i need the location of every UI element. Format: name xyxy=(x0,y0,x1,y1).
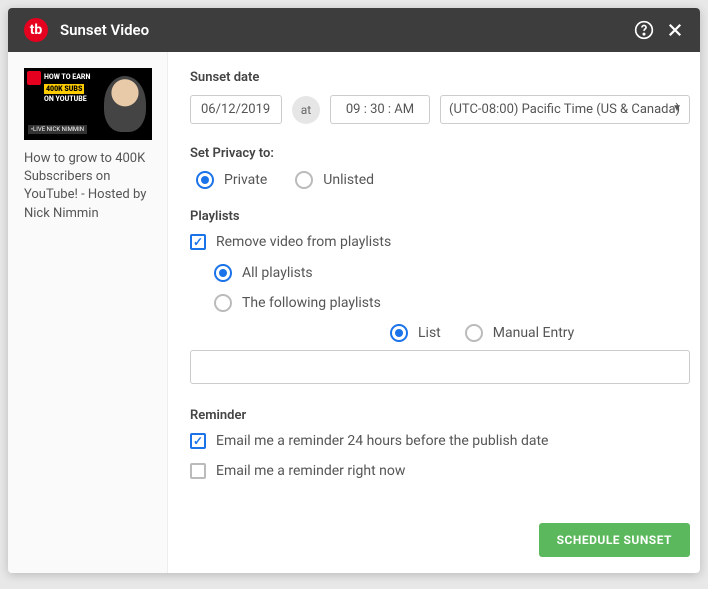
help-icon[interactable] xyxy=(634,20,654,40)
sunset-video-modal: tb Sunset Video HOW TO EARN 400K SUBS ON… xyxy=(8,8,700,573)
video-thumbnail: HOW TO EARN 400K SUBS ON YOUTUBE •LIVE N… xyxy=(24,68,152,140)
sunset-date-label: Sunset date xyxy=(190,70,690,85)
tubebuddy-logo: tb xyxy=(24,18,48,42)
form-main: Sunset date at (UTC-08:00) Pacific Time … xyxy=(168,52,700,573)
privacy-private-radio[interactable]: Private xyxy=(196,171,267,189)
video-title: How to grow to 400K Subscribers on YouTu… xyxy=(24,150,151,223)
reminder-24h-checkbox[interactable]: Email me a reminder 24 hours before the … xyxy=(190,433,690,449)
playlists-label: Playlists xyxy=(190,209,690,224)
playlist-list-radio[interactable]: List xyxy=(390,324,441,342)
reminder-label: Reminder xyxy=(190,408,690,423)
privacy-unlisted-radio[interactable]: Unlisted xyxy=(295,171,374,189)
close-icon[interactable] xyxy=(666,21,684,39)
remove-from-playlists-checkbox[interactable]: Remove video from playlists xyxy=(190,234,690,250)
privacy-label: Set Privacy to: xyxy=(190,146,690,161)
reminder-now-checkbox[interactable]: Email me a reminder right now xyxy=(190,463,690,479)
sunset-time-input[interactable] xyxy=(330,95,430,124)
following-playlists-radio[interactable]: The following playlists xyxy=(214,294,690,312)
schedule-sunset-button[interactable]: SCHEDULE SUNSET xyxy=(539,523,690,557)
sunset-date-input[interactable] xyxy=(190,95,282,124)
all-playlists-radio[interactable]: All playlists xyxy=(214,264,690,282)
video-sidebar: HOW TO EARN 400K SUBS ON YOUTUBE •LIVE N… xyxy=(8,52,168,573)
timezone-select[interactable]: (UTC-08:00) Pacific Time (US & Canada) xyxy=(440,95,690,124)
at-separator: at xyxy=(292,96,320,124)
modal-title: Sunset Video xyxy=(60,21,622,39)
playlist-input[interactable] xyxy=(190,350,690,384)
modal-header: tb Sunset Video xyxy=(8,8,700,52)
playlist-manual-radio[interactable]: Manual Entry xyxy=(465,324,575,342)
